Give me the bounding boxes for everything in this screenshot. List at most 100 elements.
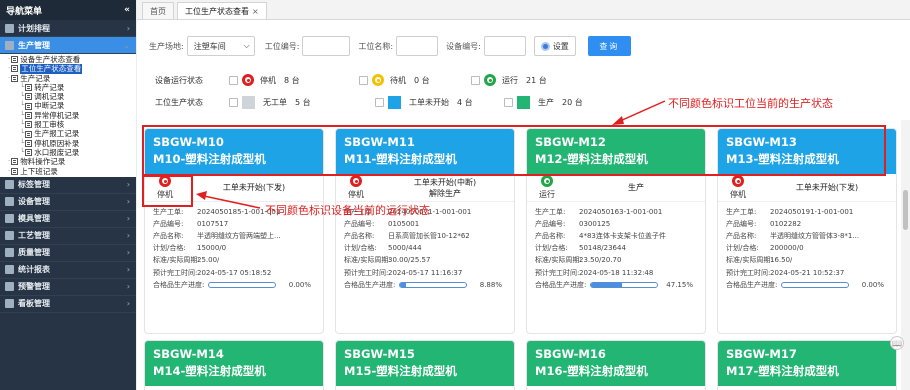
- sidebar-section-7[interactable]: 看板管理 ›: [0, 296, 136, 313]
- tree-item[interactable]: └ 异常停机记录: [0, 111, 136, 120]
- tree-branch: ·: [8, 157, 11, 166]
- station-name-input[interactable]: [396, 36, 439, 56]
- tree-item[interactable]: └ 转产记录: [0, 83, 136, 92]
- chevron-right-icon: ›: [126, 180, 130, 190]
- run-status-legend: 设备运行状态 停机 8 台 待机 0 台 运行 21 台: [155, 73, 561, 87]
- detail-label: 标准/实际周期:: [153, 256, 200, 265]
- help-book-icon[interactable]: 📖: [890, 336, 904, 350]
- detail-value: 2024-05-17 05:18:52: [197, 268, 272, 277]
- legend-item[interactable]: 生产 20 台: [504, 95, 584, 109]
- run-status: 停机: [718, 175, 758, 200]
- tab-station-status[interactable]: 工位生产状态查看 ×: [177, 2, 267, 19]
- process-icon: [5, 231, 14, 241]
- calendar-icon: [5, 23, 14, 33]
- legend-checkbox[interactable]: [504, 97, 513, 107]
- sidebar-section-4[interactable]: 质量管理 ›: [0, 245, 136, 262]
- page-icon: [25, 121, 33, 129]
- station-code: SBGW-M15: [344, 347, 415, 361]
- legend-checkbox[interactable]: [229, 97, 238, 107]
- legend-checkbox[interactable]: [375, 97, 384, 107]
- query-button[interactable]: 查询: [587, 36, 631, 56]
- detail-value: 4*83连体卡支架卡位盖子件: [579, 232, 666, 241]
- station-no-input[interactable]: [302, 36, 351, 56]
- sidebar-header: 导航菜单 «: [0, 0, 136, 20]
- tree-item-label: 异常停机记录: [34, 110, 80, 120]
- sidebar-section-3[interactable]: 工艺管理 ›: [0, 228, 136, 245]
- detail-row: 标准/实际周期: 23.50/20.70: [535, 254, 699, 266]
- tree-item[interactable]: · 上下班记录: [0, 167, 136, 176]
- sidebar-section-label: 质量管理: [18, 248, 50, 258]
- legend-item[interactable]: 停机 8 台: [229, 74, 359, 86]
- chevron-right-icon: ›: [126, 248, 130, 258]
- legend-label: 工单未开始: [409, 97, 449, 107]
- legend-item[interactable]: 待机 0 台: [359, 74, 471, 86]
- legend-item[interactable]: 无工单 5 台: [229, 95, 375, 109]
- collapse-icon[interactable]: «: [124, 5, 130, 15]
- site-select[interactable]: 注塑车间 ⌵: [186, 36, 255, 56]
- legend-checkbox[interactable]: [471, 75, 480, 85]
- detail-label: 标准/实际周期:: [535, 256, 582, 265]
- work-status: 工单未开始(下发): [758, 182, 896, 193]
- chevron-right-icon: ›: [126, 265, 130, 275]
- sidebar-section-label: 统计报表: [18, 265, 50, 275]
- page-icon: [25, 84, 33, 92]
- tree-item[interactable]: · 设备生产状态查看: [0, 55, 136, 64]
- tree-branch: ·: [8, 64, 11, 73]
- tree-item-label: 生产报工记录: [34, 129, 80, 139]
- sidebar-section-5[interactable]: 统计报表 ›: [0, 262, 136, 279]
- detail-value: 0300125: [579, 220, 611, 229]
- progress-bar: [399, 281, 468, 288]
- work-status: 生产: [567, 182, 705, 193]
- detail-label: 产品名称:: [344, 232, 375, 241]
- sidebar-section-2[interactable]: 模具管理 ›: [0, 211, 136, 228]
- tree-item[interactable]: └ 停机原因补录: [0, 139, 136, 148]
- detail-value: 2024050163-1-001-001: [579, 208, 663, 217]
- tree-item[interactable]: └ 水口报废记录: [0, 148, 136, 157]
- detail-label: 合格品生产进度:: [726, 280, 778, 289]
- legend-checkbox[interactable]: [229, 75, 238, 85]
- tree-item[interactable]: └ 中断记录: [0, 101, 136, 110]
- device-status-note: 不同颜色标识设备当前的运行状态: [265, 204, 430, 217]
- station-card[interactable]: SBGW-M16 M16-塑料注射成型机: [526, 340, 706, 390]
- station-card-header: SBGW-M15 M15-塑料注射成型机: [336, 341, 514, 386]
- scrollbar[interactable]: [901, 120, 910, 390]
- tree-item[interactable]: └ 生产报工记录: [0, 129, 136, 138]
- station-card[interactable]: SBGW-M17 M17-塑料注射成型机: [717, 340, 897, 390]
- detail-label: 产品编号:: [535, 220, 566, 229]
- legend-checkbox[interactable]: [359, 75, 368, 85]
- tab-home[interactable]: 首页: [142, 2, 174, 19]
- tree-item[interactable]: └ 报工审核: [0, 120, 136, 129]
- detail-label: 产品名称:: [153, 232, 184, 241]
- tree-branch: └: [20, 82, 25, 91]
- sidebar-section-6[interactable]: 预警管理 ›: [0, 279, 136, 296]
- tree-item-label: 水口报废记录: [34, 147, 80, 157]
- sidebar-section-0[interactable]: 计划排程 ›: [0, 20, 136, 37]
- legend-item[interactable]: 运行 21 台: [471, 74, 561, 86]
- tree-item[interactable]: · 生产记录: [0, 74, 136, 83]
- quality-icon: [5, 248, 14, 258]
- tab-close-icon[interactable]: ×: [252, 7, 259, 16]
- station-card[interactable]: SBGW-M15 M15-塑料注射成型机: [335, 340, 515, 390]
- sidebar-section-1[interactable]: 设备管理 ›: [0, 194, 136, 211]
- station-name: M15-塑料注射成型机: [344, 364, 457, 378]
- device-no-input[interactable]: [483, 36, 526, 56]
- sidebar-section-0[interactable]: 标签管理 ›: [0, 177, 136, 194]
- sidebar: 导航菜单 « 计划排程 › 生产管理 ⌄ · 设备生产状态查看 · 工位生产状态查看 · 生产记…: [0, 0, 136, 390]
- status-swatch: [242, 95, 255, 109]
- tree-item[interactable]: · 物料操作记录: [0, 157, 136, 166]
- tree-item[interactable]: · 工位生产状态查看: [0, 64, 136, 74]
- sidebar-section-1[interactable]: 生产管理 ⌄: [0, 37, 136, 54]
- station-card[interactable]: SBGW-M14 M14-塑料注射成型机: [144, 340, 324, 390]
- scrollbar-thumb[interactable]: [903, 190, 908, 230]
- folder-icon: [11, 74, 19, 82]
- detail-label: 生产工单:: [535, 208, 566, 217]
- legend-item[interactable]: 工单未开始 4 台: [375, 95, 504, 109]
- gear-icon: [540, 41, 550, 51]
- status-swatch: [388, 95, 401, 109]
- settings-button[interactable]: 设置: [533, 36, 576, 56]
- tree-item-label: 停机原因补录: [34, 138, 80, 148]
- sidebar-title: 导航菜单: [6, 6, 43, 17]
- detail-value: 16.50/: [770, 256, 793, 265]
- detail-row: 产品名称: 半透明缝纹方管两端塑上...: [153, 230, 317, 242]
- station-card-header: SBGW-M17 M17-塑料注射成型机: [718, 341, 896, 386]
